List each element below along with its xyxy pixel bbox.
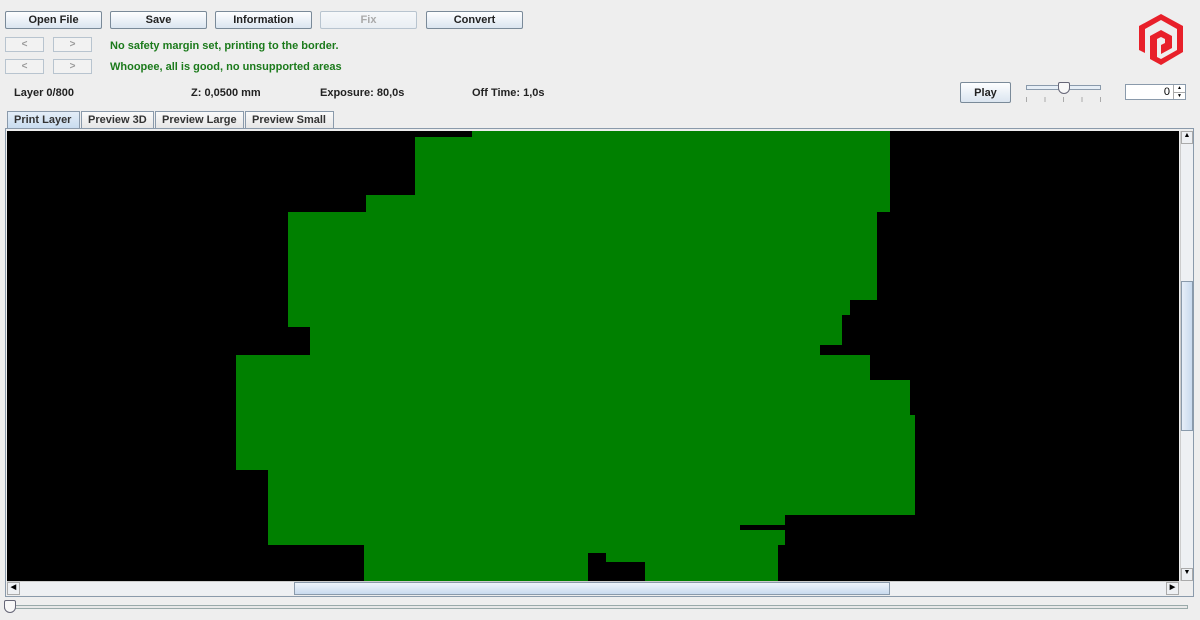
information-button[interactable]: Information <box>215 11 312 29</box>
margin-next-button[interactable]: > <box>53 37 92 52</box>
vertical-scroll-thumb[interactable] <box>1181 281 1193 431</box>
layer-region <box>236 355 870 380</box>
support-message: Whoopee, all is good, no unsupported are… <box>110 61 342 73</box>
layer-spinner[interactable]: 0 ▲ ▼ <box>1125 84 1186 100</box>
tab-print-layer[interactable]: Print Layer <box>7 111 80 128</box>
layer-canvas <box>7 131 1179 581</box>
save-button[interactable]: Save <box>110 11 207 29</box>
speed-slider-thumb[interactable] <box>1058 82 1070 94</box>
layer-region <box>364 545 778 581</box>
arrow-up-icon[interactable]: ▲ <box>1181 131 1193 144</box>
spinner-down-icon[interactable]: ▼ <box>1173 92 1185 99</box>
layer-region <box>310 345 820 355</box>
arrow-right-icon[interactable]: ▶ <box>1166 582 1179 595</box>
layer-region <box>288 300 850 315</box>
horizontal-scrollbar[interactable]: ◀ ▶ <box>7 581 1179 595</box>
spinner-value: 0 <box>1163 86 1170 98</box>
convert-button[interactable]: Convert <box>426 11 523 29</box>
margin-message: No safety margin set, printing to the bo… <box>110 40 339 52</box>
layer-gap <box>588 553 606 581</box>
open-file-button[interactable]: Open File <box>5 11 102 29</box>
play-button[interactable]: Play <box>960 82 1011 103</box>
tab-preview-large[interactable]: Preview Large <box>155 111 244 128</box>
layer-label: Layer 0/800 <box>14 87 74 99</box>
fix-button[interactable]: Fix <box>320 11 417 29</box>
spinner-up-icon[interactable]: ▲ <box>1173 85 1185 92</box>
arrow-left-icon[interactable]: ◀ <box>7 582 20 595</box>
vertical-scrollbar[interactable]: ▲ ▼ <box>1180 131 1193 581</box>
arrow-down-icon[interactable]: ▼ <box>1181 568 1193 581</box>
tab-preview-3d[interactable]: Preview 3D <box>81 111 154 128</box>
off-time-label: Off Time: 1,0s <box>472 87 545 99</box>
support-prev-button[interactable]: < <box>5 59 44 74</box>
margin-prev-button[interactable]: < <box>5 37 44 52</box>
layer-region <box>366 195 890 212</box>
layer-slider[interactable] <box>4 600 1190 616</box>
layer-region <box>268 470 915 515</box>
exposure-label: Exposure: 80,0s <box>320 87 405 99</box>
horizontal-scroll-thumb[interactable] <box>294 582 890 595</box>
layer-region <box>236 415 915 470</box>
layer-gap <box>740 525 785 530</box>
tab-preview-small[interactable]: Preview Small <box>245 111 334 128</box>
layer-slider-thumb[interactable] <box>4 600 16 613</box>
layer-gap <box>415 131 472 137</box>
speed-slider[interactable] <box>1026 82 1102 104</box>
layer-region <box>236 380 910 415</box>
layer-region <box>415 131 890 195</box>
z-label: Z: 0,0500 mm <box>191 87 261 99</box>
layer-region <box>310 327 842 345</box>
layer-panel: ▲ ▼ ◀ ▶ <box>5 128 1194 597</box>
support-next-button[interactable]: > <box>53 59 92 74</box>
layer-gap <box>606 562 645 581</box>
layer-region <box>268 515 785 545</box>
layer-region <box>288 212 877 300</box>
photon-logo <box>1139 14 1183 65</box>
layer-region <box>288 315 842 327</box>
